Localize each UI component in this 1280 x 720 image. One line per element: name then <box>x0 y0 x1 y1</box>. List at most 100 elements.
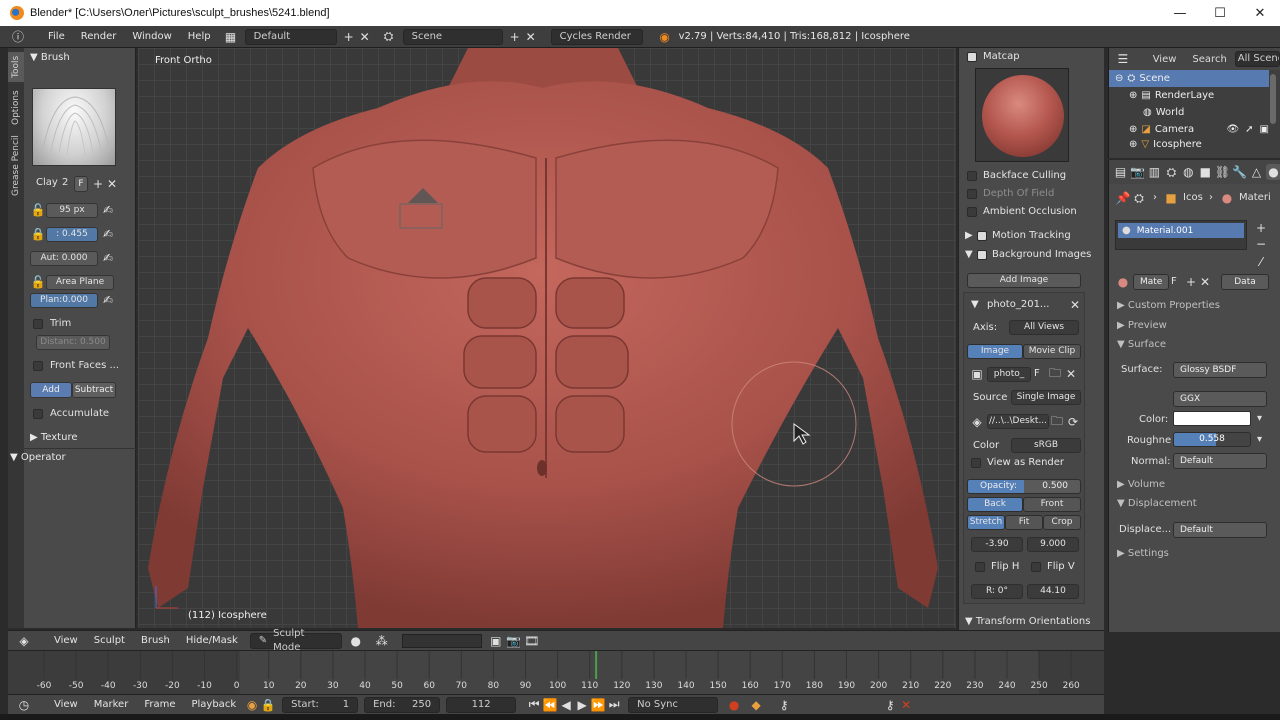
rotation-field[interactable]: R: 0° <box>971 584 1023 599</box>
tab-options[interactable]: Options <box>8 88 24 128</box>
ambient-occlusion-checkbox[interactable] <box>967 207 977 217</box>
image-fake-user[interactable]: F <box>1034 368 1040 379</box>
jump-keyframe-forward-icon[interactable]: ⏩ <box>590 697 606 713</box>
unlink-material-icon[interactable]: ✕ <box>1197 274 1213 290</box>
front-faces-checkbox[interactable] <box>33 361 43 371</box>
roughness-slider[interactable]: 0.558 <box>1173 432 1251 447</box>
back-depth-button[interactable]: Back <box>967 497 1023 512</box>
brush-fake-user-button[interactable]: F <box>74 176 88 192</box>
image-datablock-field[interactable]: photo_ <box>987 367 1031 382</box>
timeline-menu-playback[interactable]: Playback <box>183 699 244 710</box>
expand-icon[interactable]: ⊕ <box>1129 139 1137 150</box>
menu-sculpt[interactable]: Sculpt <box>86 635 133 646</box>
source-selector[interactable]: Single Image <box>1011 390 1081 405</box>
motion-tracking-checkbox[interactable] <box>977 231 987 241</box>
outliner-view-menu[interactable]: View <box>1153 54 1177 65</box>
material-link-selector[interactable]: Data <box>1221 274 1269 290</box>
current-frame-field[interactable]: 112 <box>446 696 517 713</box>
sculpt-plane-selector[interactable]: Area Plane <box>46 275 114 290</box>
outliner-display-mode[interactable]: All Scene <box>1234 51 1280 67</box>
preview-header[interactable]: ▶ Preview <box>1117 320 1167 331</box>
brush-strength-field[interactable]: : 0.455 <box>46 227 98 242</box>
add-layout-icon[interactable]: + <box>341 29 357 45</box>
clear-keyframe-icon[interactable]: ✕ <box>898 697 914 713</box>
brush-panel-header[interactable]: ▼ Brush <box>30 52 70 63</box>
play-icon[interactable]: ▶ <box>574 697 590 713</box>
brush-name[interactable]: Clay <box>36 177 58 188</box>
motion-tracking-expand-icon[interactable]: ▶ <box>965 230 973 241</box>
timeline-menu-view[interactable]: View <box>46 699 86 710</box>
minimize-button[interactable]: — <box>1160 0 1200 26</box>
outliner-row-world[interactable]: ◍ World <box>1109 104 1269 121</box>
material-slot-row[interactable]: ● Material.001 <box>1118 223 1244 238</box>
expand-icon[interactable]: ⊕ <box>1129 124 1137 135</box>
local-layers-icon[interactable]: ▣ <box>488 633 504 649</box>
unlink-brush-icon[interactable]: ✕ <box>104 176 120 192</box>
interaction-mode-selector[interactable]: ✎ Sculpt Mode <box>249 628 342 653</box>
menu-view[interactable]: View <box>46 635 86 646</box>
remove-layout-icon[interactable]: ✕ <box>357 29 373 45</box>
add-scene-icon[interactable]: + <box>507 29 523 45</box>
normal-selector[interactable]: Default <box>1173 453 1267 469</box>
image-browse-icon[interactable]: ▣ <box>969 366 985 382</box>
material-browse-icon[interactable]: ● <box>1115 274 1131 290</box>
strength-lock-icon[interactable]: 🔒 <box>30 226 46 242</box>
material-specials-icon[interactable]: ⁄ <box>1253 254 1269 270</box>
background-images-label[interactable]: Background Images <box>992 249 1091 260</box>
material-tab-icon[interactable]: ● <box>1265 164 1280 180</box>
opacity-slider[interactable]: Opacity: 0.500 <box>967 479 1081 494</box>
remove-scene-icon[interactable]: ✕ <box>523 29 539 45</box>
brush-radius-field[interactable]: 95 px <box>46 203 98 218</box>
pin-icon[interactable]: 📌 <box>1115 190 1131 206</box>
radius-lock-icon[interactable]: 🔓 <box>30 202 46 218</box>
jump-end-icon[interactable]: ⏭ <box>606 697 622 713</box>
3d-viewport[interactable]: Front Ortho (112) Icosphere <box>138 48 956 628</box>
3d-view-editor-icon[interactable]: ◈ <box>16 633 32 649</box>
timeline-menu-marker[interactable]: Marker <box>86 699 137 710</box>
material-datablock-field[interactable]: Mate <box>1133 274 1169 290</box>
collapse-icon[interactable]: ⊖ <box>1115 73 1123 84</box>
view-as-render-checkbox[interactable] <box>971 458 981 468</box>
constraints-tab-icon[interactable]: ⛓ <box>1215 164 1230 180</box>
matcap-checkbox[interactable] <box>967 52 977 62</box>
autosmooth-field[interactable]: Aut: 0.000 <box>30 251 98 266</box>
image-entry-name[interactable]: photo_201... <box>987 299 1049 310</box>
timeline-ruler[interactable]: -60 -50 -40 -30 -20 -10 0 10 20 30 40 50 60 70 80 90 100… <box>8 651 1104 695</box>
end-frame-field[interactable]: End: 250 <box>364 696 441 713</box>
background-images-checkbox[interactable] <box>977 250 987 260</box>
settings-header[interactable]: ▶ Settings <box>1117 548 1169 559</box>
info-editor-icon[interactable]: ⓘ <box>10 29 26 45</box>
remove-image-icon[interactable]: ✕ <box>1067 297 1083 313</box>
outliner-editor-icon[interactable]: ☰ <box>1115 51 1131 67</box>
brush-preview-thumbnail[interactable] <box>32 88 116 166</box>
tab-tools[interactable]: Tools <box>8 52 24 82</box>
color-swatch[interactable] <box>1173 411 1251 426</box>
close-window-button[interactable]: ✕ <box>1240 0 1280 26</box>
menu-render[interactable]: Render <box>73 31 125 42</box>
render-camera-icon[interactable]: ▣ <box>1260 124 1269 135</box>
scene-tab-icon[interactable]: ⛭ <box>1164 164 1179 180</box>
outliner-row-camera[interactable]: ⊕ ◪ Camera 👁 ➚ ▣ <box>1109 121 1269 138</box>
tab-movie-clip-source[interactable]: Movie Clip <box>1023 344 1081 359</box>
layout-grid-icon[interactable]: ▦ <box>223 29 239 45</box>
viewport-shading-icon[interactable]: ● <box>348 633 364 649</box>
render-tab-icon[interactable]: 📷 <box>1130 164 1145 180</box>
timeline[interactable]: -60 -50 -40 -30 -20 -10 0 10 20 30 40 50 60 70 80 90 100… <box>8 650 1104 695</box>
flip-v-checkbox[interactable] <box>1031 562 1041 572</box>
matcap-preview[interactable] <box>975 68 1069 162</box>
motion-tracking-label[interactable]: Motion Tracking <box>992 230 1071 241</box>
scene-selector[interactable]: Scene <box>402 28 503 45</box>
offset-x-field[interactable]: -3.90 <box>971 537 1023 552</box>
displacement-selector[interactable]: Default <box>1173 522 1267 538</box>
outliner-row-scene[interactable]: ⊖ ⛭ Scene <box>1109 70 1269 87</box>
pivot-point-icon[interactable]: ⁂ <box>374 633 390 649</box>
strength-pressure-icon[interactable]: ✍ <box>100 226 116 242</box>
add-stroke-button[interactable]: Add <box>30 382 72 398</box>
color-space-selector[interactable]: sRGB <box>1011 438 1081 453</box>
screen-layout-selector[interactable]: Default <box>244 28 337 45</box>
image-size-field[interactable]: 44.10 <box>1027 584 1079 599</box>
volume-header[interactable]: ▶ Volume <box>1117 479 1165 490</box>
color-dropdown-icon[interactable]: ▾ <box>1257 413 1262 424</box>
timeline-menu-frame[interactable]: Frame <box>136 699 183 710</box>
image-filepath-field[interactable]: //..\..\Deskt... <box>987 414 1049 429</box>
